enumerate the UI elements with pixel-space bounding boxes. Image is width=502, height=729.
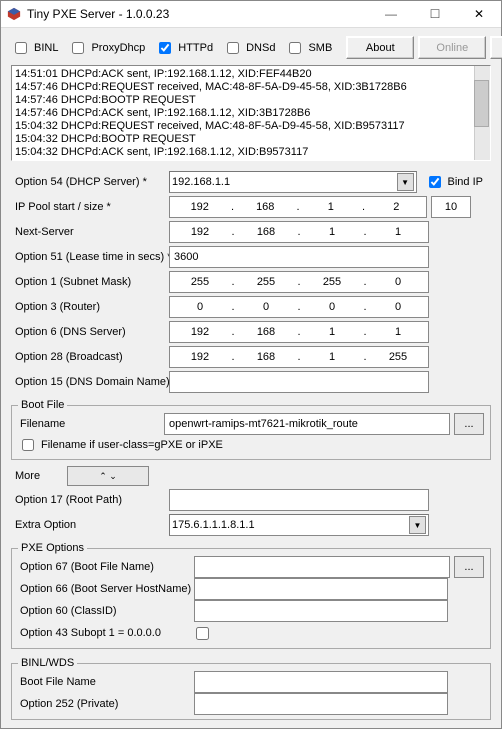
opt66-input[interactable] <box>194 578 448 600</box>
filename-input[interactable]: openwrt-ramips-mt7621-mikrotik_route <box>164 413 450 435</box>
log-scrollbar[interactable] <box>474 66 490 160</box>
top-row: BINL ProxyDhcp HTTPd DNSd SMB About Onli… <box>7 36 495 59</box>
pxe-options-group: PXE Options Option 67 (Boot File Name) .… <box>11 542 491 649</box>
smb-checkbox[interactable]: SMB <box>285 39 332 57</box>
option252-label: Option 252 (Private) <box>18 698 190 710</box>
bootfilename-label: Boot File Name <box>18 676 190 688</box>
pool-ip-input[interactable]: 192. 168. 1. 2 <box>169 196 427 218</box>
log-line: 14:57:46 DHCPd:ACK sent, IP:192.168.1.12… <box>15 107 487 120</box>
option66-label: Option 66 (Boot Server HostName) <box>18 583 190 595</box>
dnsd-checkbox[interactable]: DNSd <box>223 39 275 57</box>
option1-label: Option 1 (Subnet Mask) <box>13 276 165 288</box>
about-button[interactable]: About <box>346 36 414 59</box>
opt60-input[interactable] <box>194 600 448 622</box>
extra-option-combo[interactable]: 175.6.1.1.1.8.1.1 ▼ <box>169 514 429 536</box>
broadcast-ip-input[interactable]: 192. 168. 1. 255 <box>169 346 429 368</box>
maximize-button[interactable]: ☐ <box>413 1 457 27</box>
proxydhcp-checkbox[interactable]: ProxyDhcp <box>68 39 145 57</box>
option54-label: Option 54 (DHCP Server) * <box>13 176 165 188</box>
window-title: Tiny PXE Server - 1.0.0.23 <box>27 7 369 21</box>
option6-label: Option 6 (DNS Server) <box>13 326 165 338</box>
lease-input[interactable]: 3600 <box>169 246 429 268</box>
router-ip-input[interactable]: 0. 0. 0. 0 <box>169 296 429 318</box>
option51-label: Option 51 (Lease time in secs) * <box>13 251 165 263</box>
opt67-input[interactable] <box>194 556 450 578</box>
log-line: 14:57:46 DHCPd:REQUEST received, MAC:48-… <box>15 81 487 94</box>
offline-button[interactable]: Offline <box>490 36 502 59</box>
app-icon <box>7 7 21 21</box>
pxe-legend: PXE Options <box>18 542 87 554</box>
httpd-checkbox[interactable]: HTTPd <box>155 39 213 57</box>
option43-label: Option 43 Subopt 1 = 0.0.0.0 <box>18 627 190 639</box>
log-line: 15:04:32 DHCPd:REQUEST received, MAC:48-… <box>15 120 487 133</box>
chevron-down-icon[interactable]: ▼ <box>397 173 414 191</box>
log-line: 15:04:32 DHCPd:ACK sent, IP:192.168.1.12… <box>15 146 487 159</box>
option67-label: Option 67 (Boot File Name) <box>18 561 190 573</box>
opt43-checkbox[interactable] <box>196 627 209 640</box>
rootpath-input[interactable] <box>169 489 429 511</box>
log-box[interactable]: 14:51:01 DHCPd:ACK sent, IP:192.168.1.12… <box>11 65 491 161</box>
subnet-mask-input[interactable]: 255. 255. 255. 0 <box>169 271 429 293</box>
opt252-input[interactable] <box>194 693 448 715</box>
log-line: 15:04:32 DHCPd:BOOTP REQUEST <box>15 133 487 146</box>
option28-label: Option 28 (Broadcast) <box>13 351 165 363</box>
binl-checkbox[interactable]: BINL <box>11 39 58 57</box>
userclass-checkbox[interactable]: Filename if user-class=gPXE or iPXE <box>18 436 223 454</box>
bootfile-group: Boot File Filename openwrt-ramips-mt7621… <box>11 399 491 460</box>
filename-label: Filename <box>18 418 160 430</box>
extra-label: Extra Option <box>13 519 165 531</box>
log-line: 14:57:46 DHCPd:BOOTP REQUEST <box>15 94 487 107</box>
bindip-checkbox[interactable]: Bind IP <box>425 173 483 191</box>
titlebar[interactable]: Tiny PXE Server - 1.0.0.23 — ☐ ✕ <box>1 1 501 28</box>
opt67-browse-button[interactable]: ... <box>454 556 484 578</box>
filename-browse-button[interactable]: ... <box>454 413 484 435</box>
option17-label: Option 17 (Root Path) <box>13 494 165 506</box>
dns-ip-input[interactable]: 192. 168. 1. 1 <box>169 321 429 343</box>
pool-size-input[interactable]: 10 <box>431 196 471 218</box>
option60-label: Option 60 (ClassID) <box>18 605 190 617</box>
online-button[interactable]: Online <box>418 36 486 59</box>
close-button[interactable]: ✕ <box>457 1 501 27</box>
more-label: More <box>13 470 63 482</box>
more-toggle-button[interactable]: ⌃ ⌄ <box>67 466 149 486</box>
option15-label: Option 15 (DNS Domain Name) <box>13 376 165 388</box>
pool-label: IP Pool start / size * <box>13 201 165 213</box>
main-window: Tiny PXE Server - 1.0.0.23 — ☐ ✕ BINL Pr… <box>0 0 502 729</box>
scrollbar-thumb[interactable] <box>474 80 489 127</box>
nextserver-label: Next-Server <box>13 226 165 238</box>
binlwds-legend: BINL/WDS <box>18 657 77 669</box>
nextserver-ip-input[interactable]: 192. 168. 1. 1 <box>169 221 429 243</box>
minimize-button[interactable]: — <box>369 1 413 27</box>
main-form: Option 54 (DHCP Server) * 192.168.1.1 ▼ … <box>7 171 495 393</box>
client-area: BINL ProxyDhcp HTTPd DNSd SMB About Onli… <box>1 28 501 728</box>
option3-label: Option 3 (Router) <box>13 301 165 313</box>
bootfilename-input[interactable] <box>194 671 448 693</box>
more-form: More ⌃ ⌄ Option 17 (Root Path) Extra Opt… <box>7 466 495 536</box>
dhcp-server-combo[interactable]: 192.168.1.1 ▼ <box>169 171 417 193</box>
dns-domain-input[interactable] <box>169 371 429 393</box>
binlwds-group: BINL/WDS Boot File Name Option 252 (Priv… <box>11 657 491 720</box>
log-line: 14:51:01 DHCPd:ACK sent, IP:192.168.1.12… <box>15 68 487 81</box>
chevron-down-icon[interactable]: ▼ <box>409 516 426 534</box>
bootfile-legend: Boot File <box>18 399 67 411</box>
window-buttons: — ☐ ✕ <box>369 1 501 27</box>
